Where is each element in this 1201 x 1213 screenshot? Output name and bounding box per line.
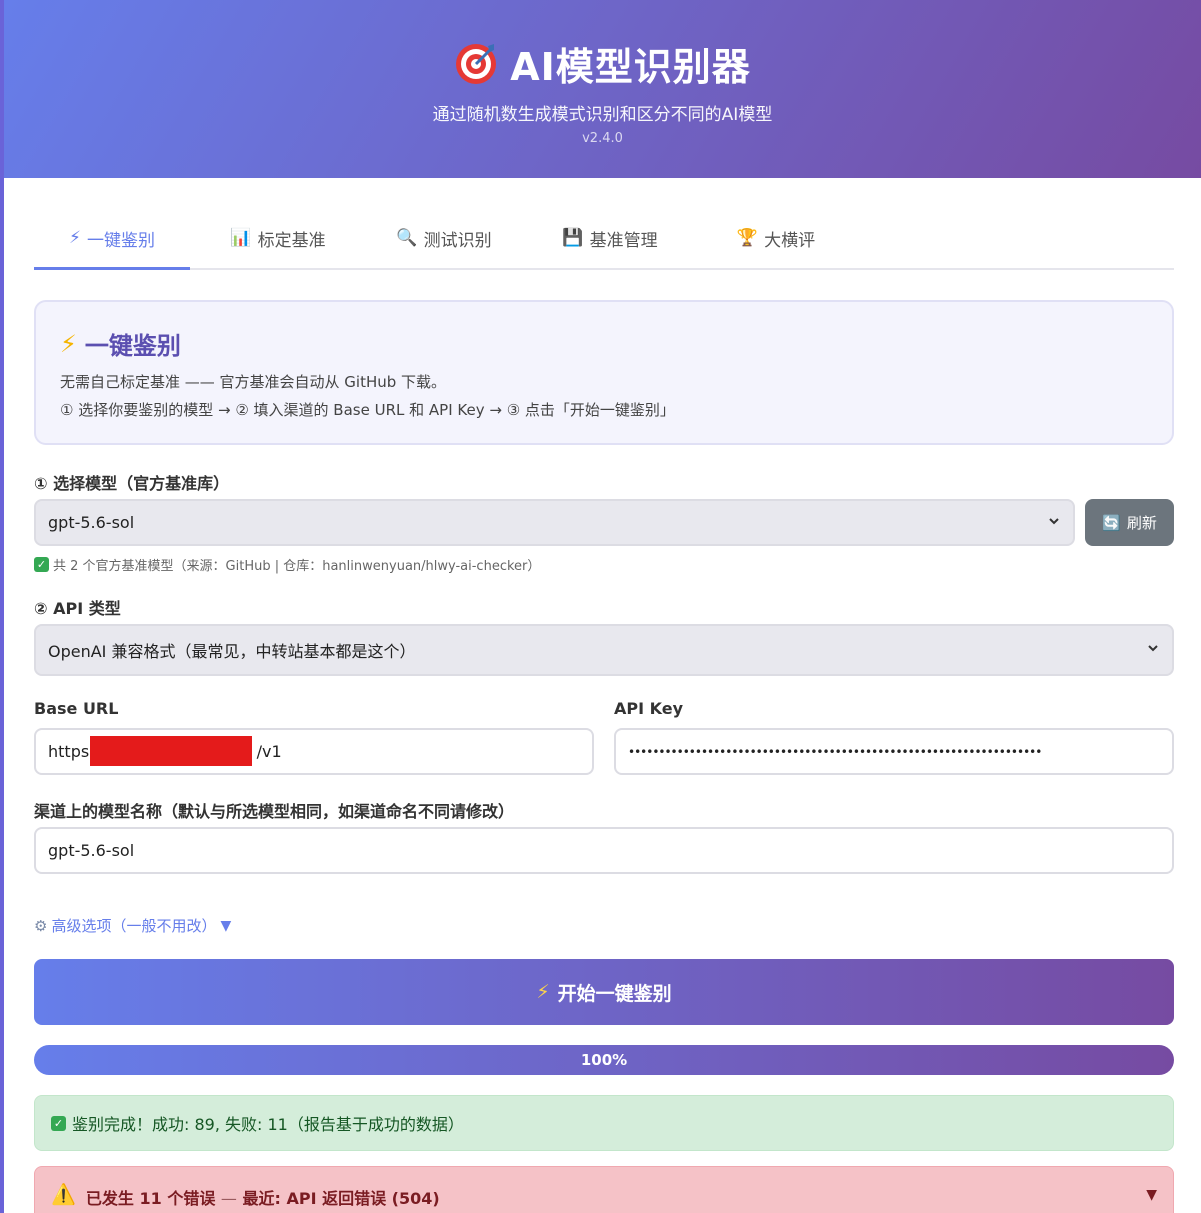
- success-text: 鉴别完成！成功: 89, 失败: 11（报告基于成功的数据）: [72, 1115, 464, 1134]
- chart-icon: 📊: [230, 228, 252, 248]
- model-select-value: gpt-5.6-sol: [48, 513, 135, 532]
- tab-label: 标定基准: [257, 230, 326, 251]
- tab-leaderboard[interactable]: 🏆 大横评: [698, 208, 854, 268]
- info-line-2: ① 选择你要鉴别的模型 → ② 填入渠道的 Base URL 和 API Key…: [60, 401, 675, 419]
- error-head: 已发生 11 个错误 — 最近: API 返回错误 (504): [86, 1185, 440, 1209]
- version-label: v2.4.0: [582, 131, 623, 146]
- chevron-down-icon: [1049, 518, 1059, 525]
- info-title: ⚡ 一键鉴别: [60, 326, 1148, 361]
- channel-model-input[interactable]: gpt-5.6-sol: [34, 827, 1174, 874]
- error-count: 已发生 11 个错误: [85, 1189, 216, 1208]
- progress-bar: 100%: [34, 1045, 1174, 1075]
- lightning-icon: ⚡: [69, 228, 81, 248]
- api-key-value: ••••••••••••••••••••••••••••••••••••••••…: [628, 744, 1042, 759]
- check-icon: ✓: [34, 557, 49, 572]
- page-title: AI模型识别器: [4, 36, 1201, 91]
- search-icon: 🔍: [396, 228, 418, 248]
- chevron-down-icon: [1148, 645, 1158, 652]
- trophy-icon: 🏆: [736, 228, 759, 248]
- gear-icon: ⚙: [34, 916, 48, 935]
- start-button-label: 开始一键鉴别: [557, 982, 672, 1005]
- error-detail: 最近: API 返回错误 (504): [242, 1189, 440, 1208]
- check-icon: ✓: [51, 1115, 66, 1131]
- error-alert[interactable]: ⚠️ 已发生 11 个错误 — 最近: API 返回错误 (504) ▼: [34, 1166, 1174, 1213]
- progress-label: 100%: [580, 1051, 628, 1069]
- tab-calibrate[interactable]: 📊 标定基准: [200, 208, 356, 268]
- model-select[interactable]: gpt-5.6-sol: [34, 499, 1075, 546]
- refresh-icon: 🔄: [1102, 513, 1121, 532]
- title-text: AI模型识别器: [510, 45, 751, 89]
- tab-label: 大横评: [764, 230, 816, 251]
- tab-label: 一键鉴别: [86, 230, 155, 251]
- floppy-disk-icon: 💾: [562, 228, 584, 248]
- model-hint-text: 共 2 个官方基准模型（来源：GitHub | 仓库：hanlinwenyuan…: [53, 559, 541, 574]
- model-hint: ✓ 共 2 个官方基准模型（来源：GitHub | 仓库：hanlinwenyu…: [34, 555, 540, 574]
- warning-icon: ⚠️: [51, 1182, 76, 1206]
- api-key-input[interactable]: ••••••••••••••••••••••••••••••••••••••••…: [614, 728, 1174, 775]
- info-box: ⚡ 一键鉴别 无需自己标定基准 —— 官方基准会自动从 GitHub 下载。 ①…: [34, 300, 1174, 445]
- redaction-box: [90, 736, 252, 766]
- api-type-value: OpenAI 兼容格式（最常见，中转站基本都是这个）: [48, 642, 416, 661]
- tab-manage[interactable]: 💾 基准管理: [532, 208, 688, 268]
- tab-test[interactable]: 🔍 测试识别: [366, 208, 522, 268]
- base-url-label: Base URL: [34, 699, 119, 718]
- advanced-options-toggle[interactable]: ⚙ 高级选项（一般不用改） ▼: [34, 915, 231, 936]
- error-separator: —: [220, 1189, 237, 1208]
- success-alert: ✓ 鉴别完成！成功: 89, 失败: 11（报告基于成功的数据）: [34, 1095, 1174, 1151]
- lightning-icon: ⚡: [60, 329, 77, 358]
- triangle-down-icon: ▼: [220, 917, 232, 934]
- subtitle: 通过随机数生成模式识别和区分不同的AI模型: [432, 105, 773, 125]
- api-type-label: ② API 类型: [34, 599, 121, 618]
- header: AI模型识别器 通过随机数生成模式识别和区分不同的AI模型 v2.4.0: [4, 0, 1201, 178]
- tab-label: 测试识别: [423, 230, 492, 251]
- start-button[interactable]: ⚡ 开始一键鉴别: [34, 959, 1174, 1025]
- info-title-text: 一键鉴别: [84, 332, 181, 360]
- api-type-select[interactable]: OpenAI 兼容格式（最常见，中转站基本都是这个）: [34, 624, 1174, 676]
- refresh-label: 刷新: [1126, 514, 1157, 532]
- base-url-suffix: /v1: [256, 742, 282, 761]
- lightning-icon: ⚡: [536, 981, 550, 1003]
- tab-one-click[interactable]: ⚡ 一键鉴别: [34, 208, 190, 270]
- channel-model-label: 渠道上的模型名称（默认与所选模型相同，如渠道命名不同请修改）: [34, 802, 515, 821]
- advanced-label: 高级选项（一般不用改）: [51, 917, 217, 935]
- channel-model-value: gpt-5.6-sol: [48, 841, 135, 860]
- refresh-button[interactable]: 🔄 刷新: [1085, 499, 1174, 546]
- model-select-label: ① 选择模型（官方基准库）: [34, 474, 230, 493]
- tab-label: 基准管理: [589, 230, 658, 251]
- target-icon: [456, 43, 497, 84]
- base-url-prefix: https:: [48, 742, 95, 761]
- tab-bar: ⚡ 一键鉴别 📊 标定基准 🔍 测试识别 💾 基准管理 🏆 大横评: [34, 208, 1174, 270]
- triangle-down-icon[interactable]: ▼: [1146, 1187, 1157, 1203]
- progress-fill: 100%: [34, 1045, 1174, 1075]
- api-key-label: API Key: [614, 699, 684, 718]
- page: AI模型识别器 通过随机数生成模式识别和区分不同的AI模型 v2.4.0 ⚡ 一…: [4, 0, 1201, 1213]
- info-line-1: 无需自己标定基准 —— 官方基准会自动从 GitHub 下载。: [60, 373, 447, 391]
